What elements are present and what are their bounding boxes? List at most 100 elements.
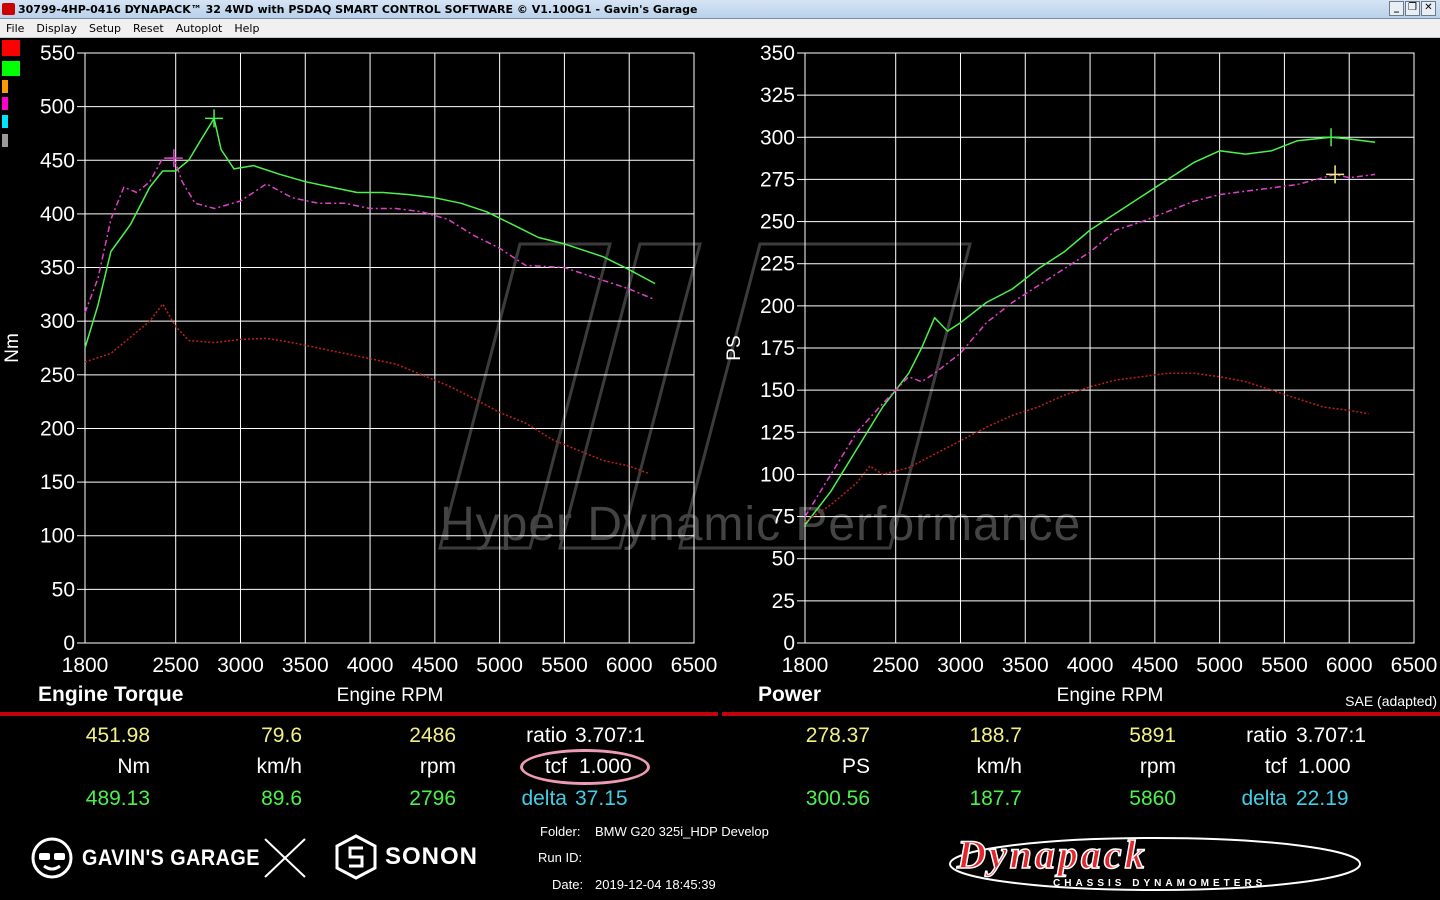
torque-tick-label-y-0: 0 [63, 632, 75, 655]
power-chart-title: Power [758, 683, 821, 706]
power-ratio-value: 3.707:1 [1296, 724, 1367, 747]
power-tick-label-y-0: 0 [783, 632, 795, 655]
torque-ratio-value: 3.707:1 [575, 724, 646, 747]
sonon-text: SONON [385, 843, 479, 870]
torque-tick-label-x-7: 5500 [541, 654, 588, 677]
torque-delta-label: delta [521, 787, 567, 810]
sonon-logo: SONON [333, 834, 478, 880]
gavins-garage-text: GAVIN'S GARAGE [82, 845, 260, 870]
date-label: Date: [552, 877, 584, 892]
power-tick-label-y-13: 325 [760, 84, 795, 107]
power-tick-label-y-3: 75 [772, 506, 795, 529]
power-value-1: 278.37 [805, 724, 870, 747]
torque-tick-label-x-5: 4500 [411, 654, 458, 677]
power-speed-1: 188.7 [969, 724, 1022, 747]
torque-tick-label-y-10: 500 [40, 96, 75, 119]
power-tick-label-y-4: 100 [760, 463, 795, 486]
power-tick-label-y-8: 200 [760, 295, 795, 318]
torque-speed-unit: km/h [256, 755, 302, 778]
power-correction-note: SAE (adapted) [1345, 693, 1437, 709]
menu-file[interactable]: File [0, 19, 30, 37]
power-ratio-label: ratio [1246, 724, 1287, 747]
power-speed-2: 187.7 [969, 787, 1022, 810]
torque-value-1: 451.98 [85, 724, 150, 747]
torque-tick-label-y-1: 50 [52, 578, 75, 601]
torque-tick-label-y-7: 350 [40, 257, 75, 280]
power-tick-label-x-0: 1800 [782, 654, 829, 677]
dynapack-subtext: CHASSIS DYNAMOMETERS [1053, 878, 1266, 889]
torque-tick-label-y-9: 450 [40, 149, 75, 172]
dyno-charts: Hyper Dynamic Performance 0 50 100 150 200 25… [2, 42, 1437, 709]
power-tcf-label: tcf [1264, 755, 1287, 778]
power-tick-label-x-5: 4500 [1131, 654, 1178, 677]
power-tick-label-y-5: 125 [760, 421, 795, 444]
torque-tick-label-y-6: 300 [40, 310, 75, 333]
gavins-garage-face-icon [31, 837, 73, 879]
torque-y-axis-label: Nm [2, 333, 23, 363]
power-tick-label-x-4: 4000 [1067, 654, 1114, 677]
power-tick-label-y-9: 225 [760, 253, 795, 276]
torque-tick-label-x-6: 5000 [476, 654, 523, 677]
torque-speed-1: 79.6 [261, 724, 302, 747]
torque-tick-label-x-9: 6500 [671, 654, 718, 677]
window-title: 30799-4HP-0416 DYNAPACK™ 32 4WD with PSD… [18, 3, 698, 16]
torque-divider [0, 712, 718, 716]
power-tcf-value: 1.000 [1298, 755, 1351, 778]
power-value-2: 300.56 [805, 787, 870, 810]
torque-tick-label-y-3: 150 [40, 471, 75, 494]
torque-delta-value: 37.15 [575, 787, 628, 810]
restore-button[interactable]: ❐ [1405, 1, 1420, 16]
power-tick-label-x-7: 5500 [1261, 654, 1308, 677]
run-id-label: Run ID: [538, 850, 583, 865]
power-delta-label: delta [1241, 787, 1287, 810]
power-tick-label-x-6: 5000 [1196, 654, 1243, 677]
menu-autoplot[interactable]: Autoplot [170, 19, 229, 37]
power-x-axis-label: Engine RPM [1057, 685, 1164, 706]
torque-tick-label-x-2: 3000 [217, 654, 264, 677]
app-icon [2, 3, 15, 15]
torque-unit: Nm [117, 755, 150, 778]
torque-tick-label-x-1: 2500 [152, 654, 199, 677]
torque-tick-label-y-4: 200 [40, 417, 75, 440]
dynapack-text: Dynapack [956, 832, 1148, 877]
minimize-button[interactable]: _ [1389, 1, 1404, 16]
gavins-garage-logo: GAVIN'S GARAGE [30, 836, 280, 880]
menu-setup[interactable]: Setup [83, 19, 127, 37]
torque-tick-label-x-8: 6000 [606, 654, 653, 677]
power-chart: 0 25 50 75 100 125 150 175 200 225 250 275 300 325 350… [724, 42, 1437, 709]
power-y-axis-label: PS [724, 335, 745, 360]
torque-plot-frame [84, 52, 695, 644]
torque-chart: 0 50 100 150 200 250 300 350 400 450 500 550 1800 250… [2, 42, 717, 706]
torque-rpm-unit: rpm [419, 755, 456, 778]
torque-speed-2: 89.6 [261, 787, 302, 810]
torque-tick-label-y-2: 100 [40, 525, 75, 548]
power-tick-label-y-1: 25 [772, 590, 795, 613]
power-rpm-unit: rpm [1139, 755, 1176, 778]
menu-display[interactable]: Display [30, 19, 83, 37]
date-value: 2019-12-04 18:45:39 [595, 877, 716, 892]
torque-tick-label-x-3: 3500 [282, 654, 329, 677]
watermark-text: Hyper Dynamic Performance [440, 498, 1081, 551]
close-button[interactable]: ✕ [1421, 1, 1436, 16]
tcf-highlight-ring [520, 749, 650, 785]
power-tick-label-x-3: 3500 [1002, 654, 1049, 677]
folder-value: BMW G20 325i_HDP Develop [595, 824, 769, 839]
power-tick-label-x-9: 6500 [1391, 654, 1438, 677]
power-tick-label-y-10: 250 [760, 211, 795, 234]
power-rpm-2: 5860 [1129, 787, 1176, 810]
torque-ratio-label: ratio [526, 724, 567, 747]
folder-label: Folder: [540, 824, 581, 839]
power-tick-label-x-2: 3000 [937, 654, 984, 677]
torque-rpm-2: 2796 [409, 787, 456, 810]
power-rpm-1: 5891 [1129, 724, 1176, 747]
torque-tick-label-y-8: 400 [40, 203, 75, 226]
power-delta-value: 22.19 [1296, 787, 1349, 810]
torque-value-2: 489.13 [85, 787, 150, 810]
torque-tick-label-y-5: 250 [40, 364, 75, 387]
power-divider [722, 712, 1440, 716]
menu-reset[interactable]: Reset [127, 19, 170, 37]
menu-help[interactable]: Help [228, 19, 265, 37]
sonon-hex-icon [335, 834, 377, 880]
power-tick-label-y-11: 275 [760, 168, 795, 191]
torque-tick-label-x-4: 4000 [347, 654, 394, 677]
